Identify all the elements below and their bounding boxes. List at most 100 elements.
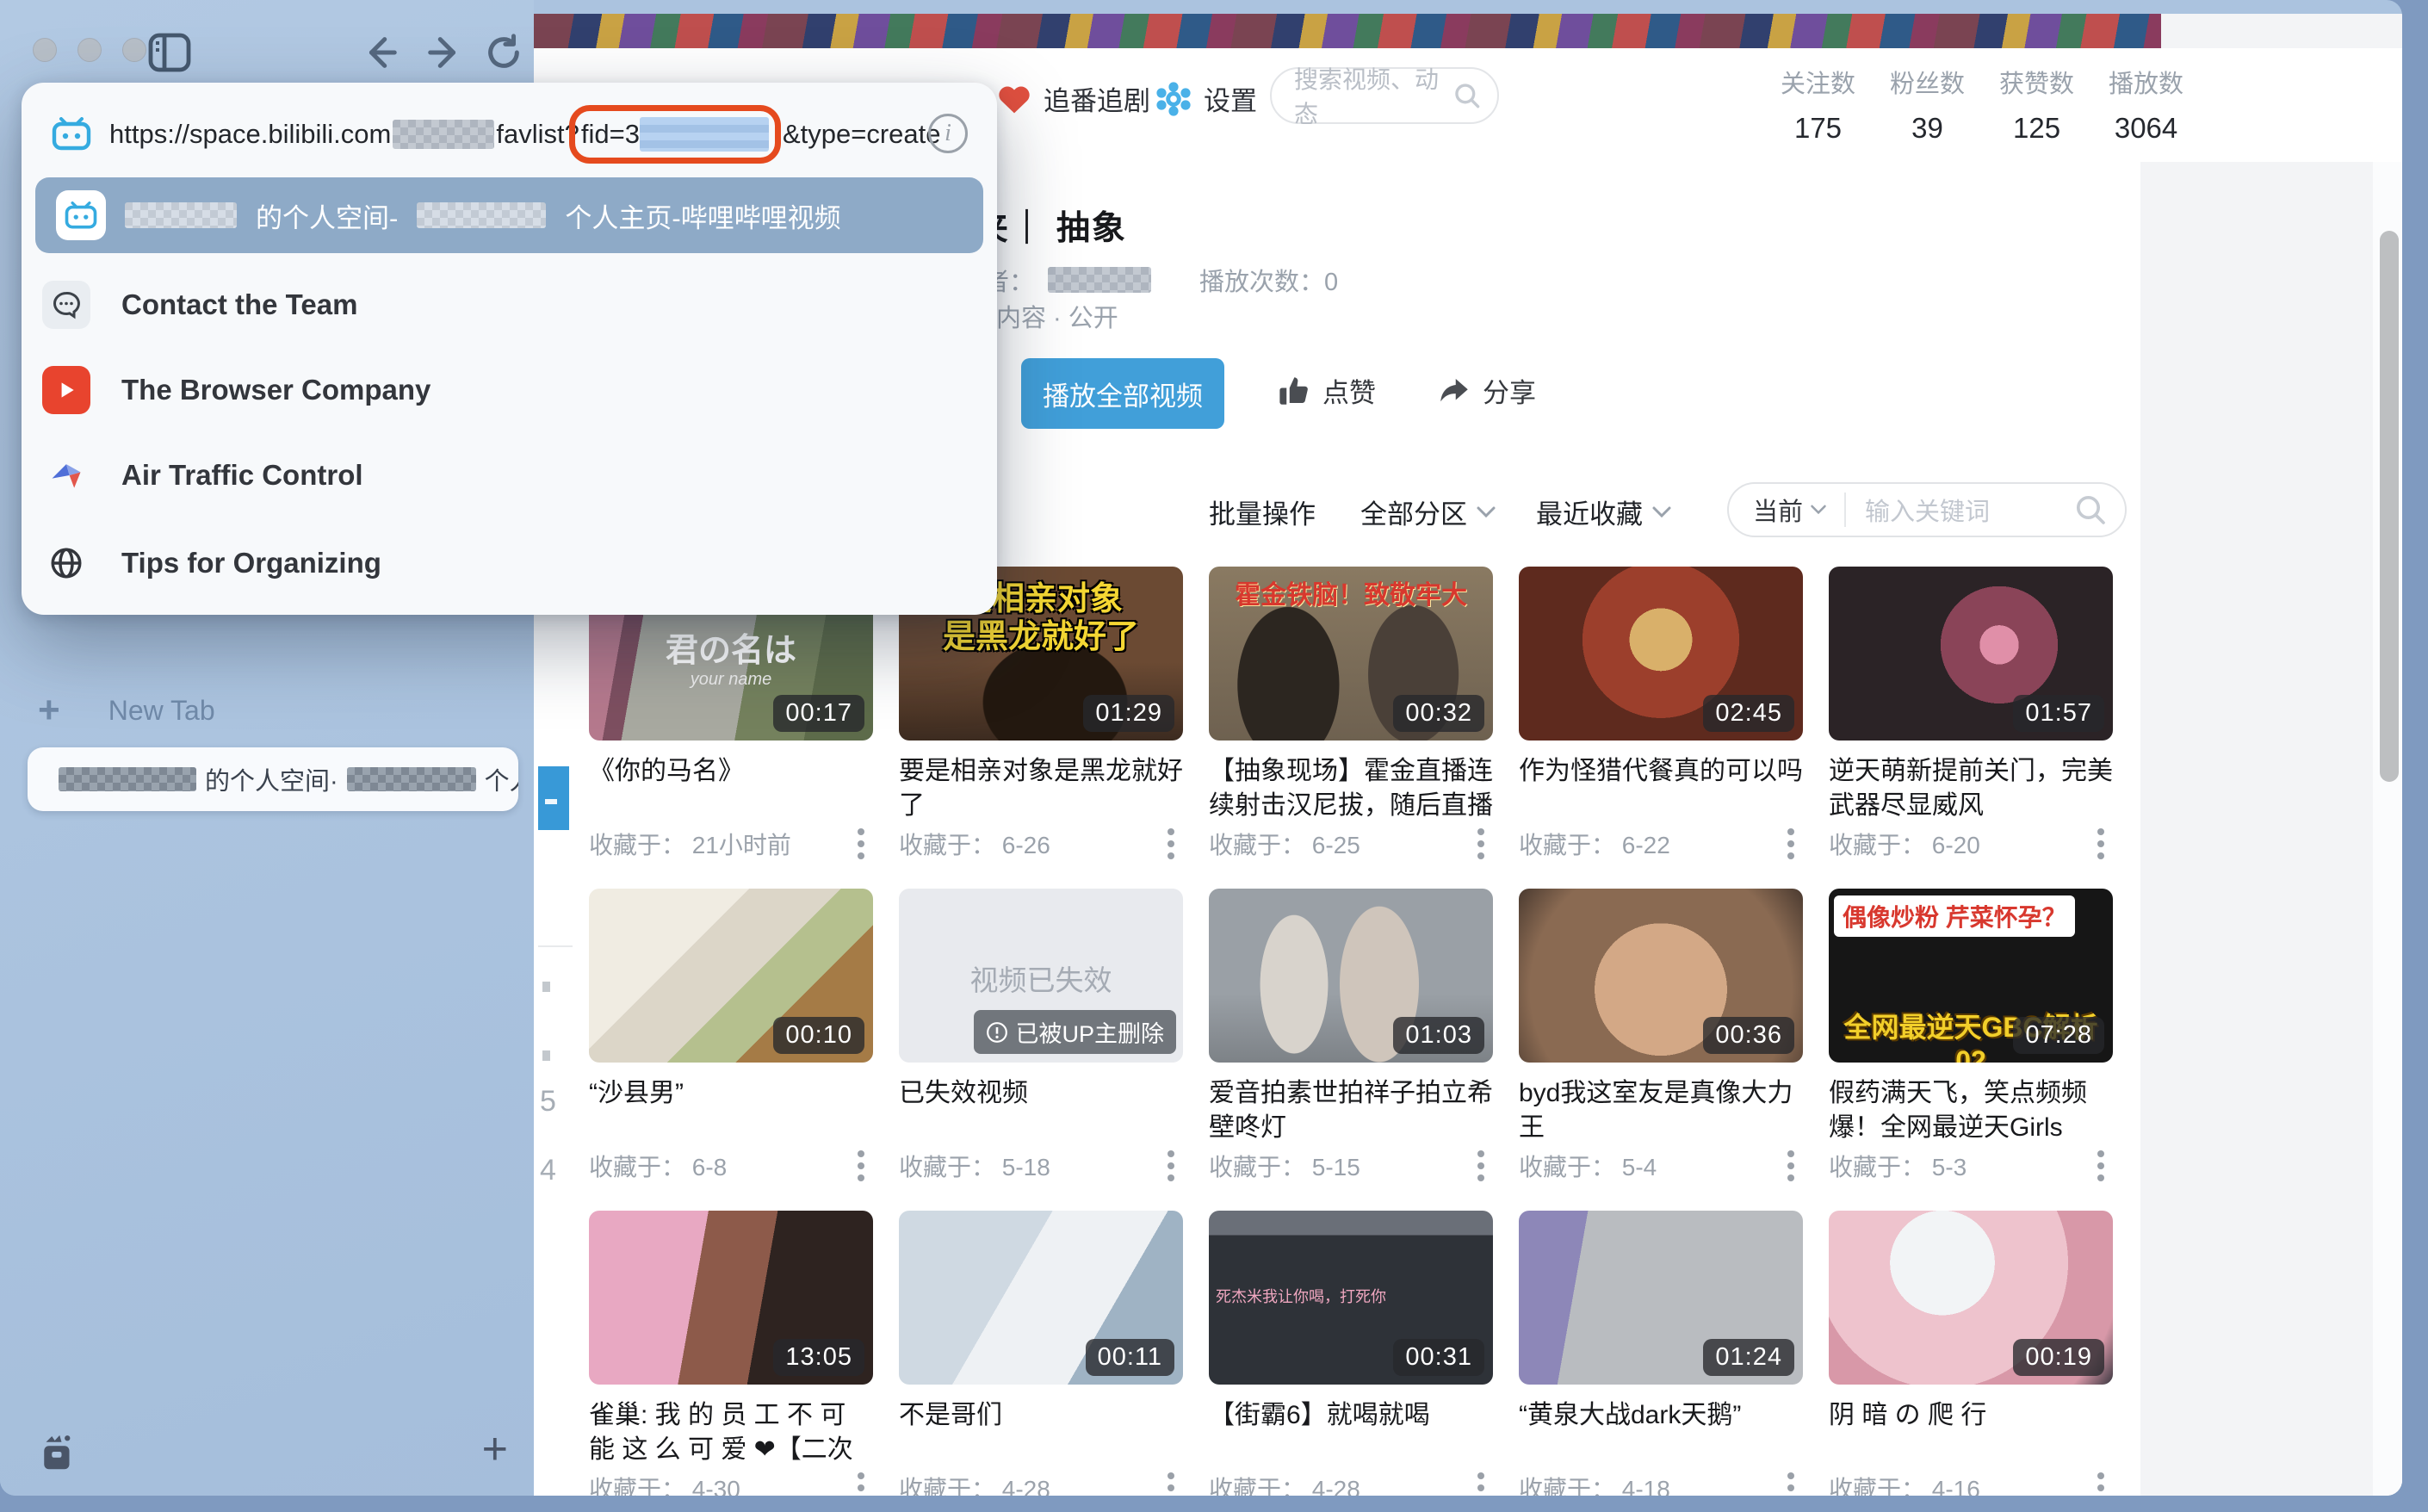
profile-search-box[interactable]: 搜索视频、动态 — [1270, 67, 1499, 124]
follow-drama-link[interactable]: 追番追剧 — [997, 79, 1150, 118]
window-controls[interactable] — [33, 38, 146, 62]
search-icon[interactable] — [1452, 80, 1482, 111]
more-menu-icon[interactable] — [1168, 828, 1174, 835]
search-icon[interactable] — [2073, 493, 2108, 527]
settings-link[interactable]: 设置 — [1155, 79, 1257, 118]
keyword-search-box[interactable]: 当前 输入关键词 — [1727, 482, 2127, 537]
share-button[interactable]: 分享 — [1436, 371, 1536, 410]
video-thumbnail[interactable]: 01:24 — [1519, 1211, 1803, 1385]
video-thumbnail[interactable]: 00:19 — [1829, 1211, 2113, 1385]
close-window-button[interactable] — [33, 38, 57, 62]
menu-item-contact-team[interactable]: Contact the Team — [42, 267, 976, 343]
more-menu-icon[interactable] — [1477, 1150, 1484, 1157]
video-thumbnail[interactable]: 13:05 — [589, 1211, 873, 1385]
duration-badge: 13:05 — [773, 1339, 864, 1376]
more-menu-icon[interactable] — [858, 1472, 864, 1479]
video-thumbnail[interactable]: 01:57 — [1829, 567, 2113, 741]
video-thumbnail[interactable]: 死杰米我让你喝，打死你 00:31 — [1209, 1211, 1493, 1385]
stat-following[interactable]: 关注数175 — [1781, 64, 1855, 145]
menu-item-tips-for-organizing[interactable]: Tips for Organizing — [42, 525, 976, 601]
more-menu-icon[interactable] — [1477, 828, 1484, 835]
share-icon — [1436, 373, 1472, 409]
url-text[interactable]: https://space.bilibili.com favlist? fid=… — [109, 117, 941, 152]
video-title[interactable]: “沙县男” — [589, 1076, 873, 1145]
zoom-window-button[interactable] — [122, 38, 146, 62]
video-card[interactable]: 02:45 作为怪猎代餐真的可以吗 收藏于： 6-22 — [1519, 567, 1803, 861]
video-title[interactable]: 假药满天飞，笑点频频爆！全网最逆天Girls Band Cry解析 — [1829, 1076, 2113, 1145]
video-card[interactable]: 00:19 阴 暗 の 爬 行 收藏于： 4-16 — [1829, 1211, 2113, 1496]
menu-item-browser-company[interactable]: The Browser Company — [42, 352, 976, 428]
stat-plays[interactable]: 播放数3064 — [2109, 64, 2183, 145]
video-title[interactable]: 雀巢: 我 的 员 工 不 可 能 这 么 可 爱 ❤【二次元爆改 — [589, 1398, 873, 1467]
video-card[interactable]: 偶像炒粉 芹菜怀孕？ 全网最逆天GBC解析02 07:28 假药满天飞，笑点频频… — [1829, 889, 2113, 1183]
video-card-invalid[interactable]: 视频已失效 已被UP主删除 已失效视频 收藏于： 5-18 — [899, 889, 1183, 1183]
more-menu-icon[interactable] — [1168, 1472, 1174, 1479]
more-menu-icon[interactable] — [2097, 1150, 2104, 1157]
more-menu-icon[interactable] — [2097, 828, 2104, 835]
video-thumbnail[interactable]: 01:03 — [1209, 889, 1493, 1063]
sort-dropdown[interactable]: 最近收藏 — [1536, 493, 1672, 531]
library-icon[interactable] — [34, 1428, 81, 1475]
new-tab-button[interactable]: + New Tab — [38, 689, 215, 732]
video-thumbnail[interactable]: 偶像炒粉 芹菜怀孕？ 全网最逆天GBC解析02 07:28 — [1829, 889, 2113, 1063]
video-thumbnail[interactable]: 02:45 — [1519, 567, 1803, 741]
play-all-button[interactable]: 播放全部视频 — [1021, 358, 1224, 429]
forward-icon[interactable] — [425, 33, 465, 72]
like-button[interactable]: 点赞 — [1276, 371, 1376, 410]
video-card[interactable]: 01:03 爱音拍素世拍祥子拍立希壁咚灯 收藏于： 5-15 — [1209, 889, 1493, 1183]
selected-folder-highlight[interactable] — [538, 766, 569, 830]
more-menu-icon[interactable] — [1477, 1472, 1484, 1479]
sidebar-toggle-icon[interactable] — [148, 33, 191, 72]
video-thumbnail[interactable]: 00:10 — [589, 889, 873, 1063]
new-item-plus-icon[interactable]: + — [482, 1423, 508, 1475]
more-menu-icon[interactable] — [1168, 1150, 1174, 1157]
video-card[interactable]: 01:24 “黄泉大战dark天鹅” 收藏于： 4-18 — [1519, 1211, 1803, 1496]
video-title[interactable]: 阴 暗 の 爬 行 — [1829, 1398, 2113, 1467]
bilibili-icon — [56, 190, 106, 240]
video-title[interactable]: 作为怪猎代餐真的可以吗 — [1519, 754, 1803, 823]
video-title[interactable]: 【街霸6】就喝就喝 — [1209, 1398, 1493, 1467]
video-card[interactable]: 死杰米我让你喝，打死你 00:31 【街霸6】就喝就喝 收藏于： 4-28 — [1209, 1211, 1493, 1496]
scrollbar-thumb[interactable] — [2380, 231, 2399, 782]
video-card[interactable]: 00:36 byd我这室友是真像大力王 收藏于： 5-4 — [1519, 889, 1803, 1183]
video-title[interactable]: 逆天萌新提前关门，完美武器尽显威风 — [1829, 754, 2113, 823]
stat-likes[interactable]: 获赞数125 — [1999, 64, 2074, 145]
video-card[interactable]: 00:10 “沙县男” 收藏于： 6-8 — [589, 889, 873, 1183]
menu-item-air-traffic-control[interactable]: Air Traffic Control — [42, 437, 976, 513]
search-scope-dropdown[interactable]: 当前 — [1729, 492, 1844, 528]
video-thumbnail[interactable]: 视频已失效 已被UP主删除 — [899, 889, 1183, 1063]
video-thumbnail[interactable]: 霍金铁脑！致敬牢大 00:32 — [1209, 567, 1493, 741]
site-info-icon[interactable]: i — [928, 114, 968, 153]
back-icon[interactable] — [360, 33, 400, 72]
more-menu-icon[interactable] — [1787, 828, 1794, 835]
video-title[interactable]: 已失效视频 — [899, 1076, 1183, 1145]
batch-actions-button[interactable]: 批量操作 — [1209, 493, 1316, 531]
url-bar[interactable]: https://space.bilibili.com favlist? fid=… — [51, 98, 968, 170]
video-title[interactable]: 不是哥们 — [899, 1398, 1183, 1467]
more-menu-icon[interactable] — [858, 828, 864, 835]
stat-followers[interactable]: 粉丝数39 — [1890, 64, 1965, 145]
reload-icon[interactable] — [484, 33, 523, 72]
video-title[interactable]: “黄泉大战dark天鹅” — [1519, 1398, 1803, 1467]
active-tab[interactable]: 的个人空间· 个人… — [28, 747, 518, 811]
video-thumbnail[interactable]: 00:11 — [899, 1211, 1183, 1385]
suggestion-current-page[interactable]: 的个人空间- 个人主页-哔哩哔哩视频 — [35, 177, 983, 253]
video-title[interactable]: 爱音拍素世拍祥子拍立希壁咚灯 — [1209, 1076, 1493, 1145]
tab-title: 的个人空间· 个人… — [59, 761, 518, 797]
category-dropdown[interactable]: 全部分区 — [1360, 493, 1496, 531]
minimize-window-button[interactable] — [77, 38, 102, 62]
more-menu-icon[interactable] — [1787, 1472, 1794, 1479]
video-thumbnail[interactable]: 00:36 — [1519, 889, 1803, 1063]
more-menu-icon[interactable] — [1787, 1150, 1794, 1157]
video-card[interactable]: 13:05 雀巢: 我 的 员 工 不 可 能 这 么 可 爱 ❤【二次元爆改 … — [589, 1211, 873, 1496]
video-card[interactable]: 霍金铁脑！致敬牢大 00:32 【抽象现场】霍金直播连续射击汉尼拔，随后直播间被… — [1209, 567, 1493, 861]
video-title[interactable]: 【抽象现场】霍金直播连续射击汉尼拔，随后直播间被封 — [1209, 754, 1493, 823]
more-menu-icon[interactable] — [858, 1150, 864, 1157]
video-title[interactable]: 《你的马名》 — [589, 754, 873, 823]
video-card[interactable]: 01:57 逆天萌新提前关门，完美武器尽显威风 收藏于： 6-20 — [1829, 567, 2113, 861]
username-redacted — [347, 767, 476, 791]
video-title[interactable]: 要是相亲对象是黑龙就好了 — [899, 754, 1183, 823]
video-title[interactable]: byd我这室友是真像大力王 — [1519, 1076, 1803, 1145]
video-card[interactable]: 00:11 不是哥们 收藏于： 4-28 — [899, 1211, 1183, 1496]
more-menu-icon[interactable] — [2097, 1472, 2104, 1479]
